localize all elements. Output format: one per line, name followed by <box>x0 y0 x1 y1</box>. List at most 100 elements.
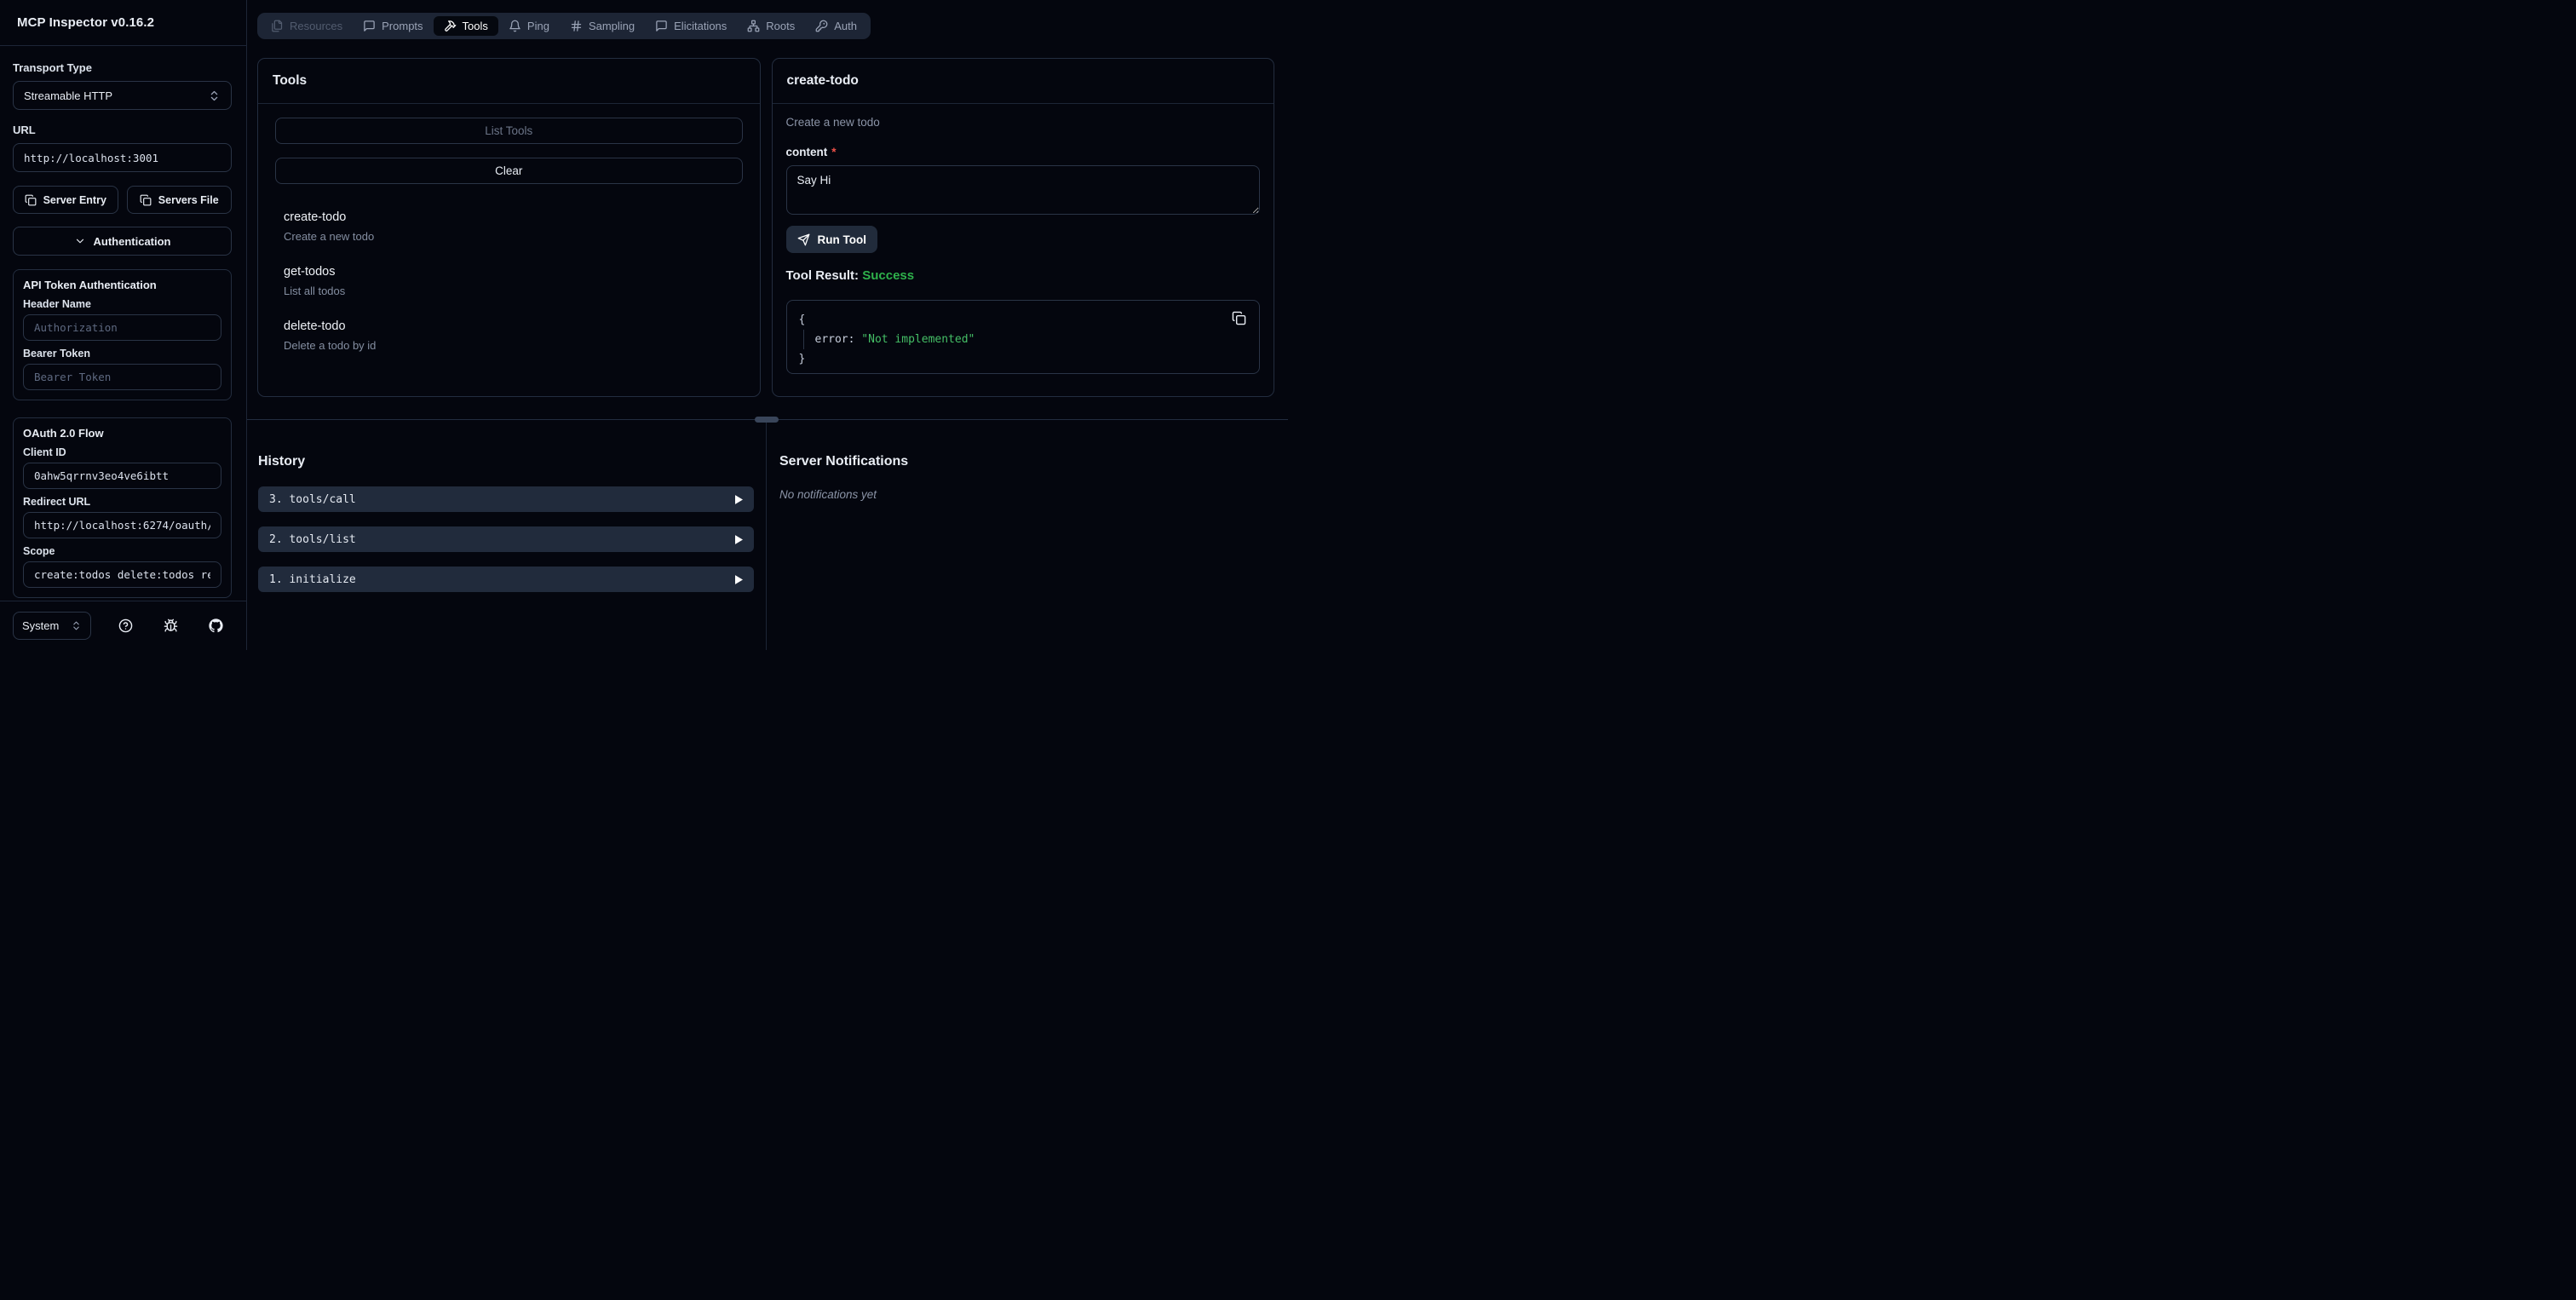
server-entry-label: Server Entry <box>43 193 106 206</box>
json-close-brace: } <box>798 353 806 365</box>
tab-sampling[interactable]: Sampling <box>560 16 645 36</box>
tool-item-create-todo[interactable]: create-todo Create a new todo <box>284 210 743 243</box>
clear-label: Clear <box>495 164 523 177</box>
splitter-grip-icon[interactable] <box>755 417 779 423</box>
message-square-icon <box>656 20 667 32</box>
run-tool-label: Run Tool <box>817 233 866 246</box>
transport-type-label: Transport Type <box>13 61 92 74</box>
sidebar: MCP Inspector v0.16.2 Transport Type Str… <box>0 0 247 650</box>
copy-result-button[interactable] <box>1232 309 1249 326</box>
sidebar-header: MCP Inspector v0.16.2 <box>0 0 246 46</box>
api-token-title: API Token Authentication <box>23 279 157 291</box>
tool-name: create-todo <box>284 210 347 224</box>
history-item-label: 3. tools/call <box>269 492 356 506</box>
copy-icon <box>25 194 36 205</box>
tools-panel-title: Tools <box>273 73 308 88</box>
no-notifications-text: No notifications yet <box>779 488 877 501</box>
bearer-token-input[interactable] <box>23 364 221 390</box>
transport-select[interactable]: Streamable HTTP <box>13 81 232 110</box>
server-notifications-panel: Server Notifications No notifications ye… <box>767 420 1288 650</box>
theme-select-value: System <box>22 619 60 632</box>
copy-icon <box>1232 311 1246 325</box>
tab-auth[interactable]: Auth <box>805 16 867 36</box>
expand-arrow-icon <box>735 534 743 544</box>
scope-input[interactable] <box>23 561 221 588</box>
footer-icons <box>118 618 233 633</box>
clear-button[interactable]: Clear <box>275 158 743 184</box>
list-tools-button[interactable]: List Tools <box>275 118 743 144</box>
authentication-toggle[interactable]: Authentication <box>13 227 232 256</box>
json-error-line: error: "Not implemented" <box>802 330 1248 349</box>
tool-description: List all todos <box>284 285 346 297</box>
tab-tools[interactable]: Tools <box>433 16 498 36</box>
tab-elicitations[interactable]: Elicitations <box>645 16 737 36</box>
run-tool-button[interactable]: Run Tool <box>785 226 877 253</box>
help-icon[interactable] <box>118 618 133 633</box>
servers-file-label: Servers File <box>158 193 219 206</box>
hash-icon <box>571 20 582 32</box>
server-entry-button[interactable]: Server Entry <box>13 186 118 214</box>
tab-bar: Resources Prompts Tools Ping Sampling El… <box>257 13 871 39</box>
tool-name: get-todos <box>284 265 336 279</box>
url-input[interactable] <box>13 143 232 172</box>
bug-icon[interactable] <box>164 618 178 633</box>
bearer-token-label: Bearer Token <box>23 348 90 360</box>
tab-label: Roots <box>766 20 796 32</box>
header-name-input[interactable] <box>23 314 221 341</box>
tab-label: Tools <box>462 20 488 32</box>
tab-label: Resources <box>290 20 343 32</box>
history-title: History <box>258 454 306 469</box>
redirect-url-input[interactable] <box>23 512 221 538</box>
content-field-label: content * <box>786 146 1261 158</box>
app-title: MCP Inspector v0.16.2 <box>17 15 155 30</box>
top-panels: Tools List Tools Clear create-todo Creat… <box>257 58 1274 397</box>
authentication-toggle-label: Authentication <box>93 234 171 248</box>
chevrons-up-down-icon <box>210 90 218 101</box>
tab-prompts[interactable]: Prompts <box>353 16 433 36</box>
tool-detail-header: create-todo <box>772 59 1274 104</box>
tool-result-label: Tool Result: <box>785 268 860 283</box>
history-item-initialize[interactable]: 1. initialize <box>258 567 754 592</box>
header-name-label: Header Name <box>23 298 91 310</box>
content-textarea[interactable]: Say Hi <box>785 165 1260 215</box>
theme-select[interactable]: System <box>13 612 91 640</box>
history-item-label: 2. tools/list <box>269 532 356 546</box>
tool-detail-title: create-todo <box>786 73 859 88</box>
tab-label: Auth <box>834 20 857 32</box>
history-item-tools-call[interactable]: 3. tools/call <box>258 486 754 512</box>
bell-icon <box>509 20 520 32</box>
list-tools-label: List Tools <box>485 124 533 137</box>
servers-file-button[interactable]: Servers File <box>126 186 232 214</box>
tab-label: Sampling <box>588 20 635 32</box>
tab-resources[interactable]: Resources <box>261 16 353 36</box>
history-panel: History 3. tools/call 2. tools/list 1. i… <box>247 420 767 650</box>
redirect-url-label: Redirect URL <box>23 496 91 508</box>
tool-list: create-todo Create a new todo get-todos … <box>275 210 743 352</box>
main-area: Resources Prompts Tools Ping Sampling El… <box>247 0 1288 650</box>
key-icon <box>815 20 828 32</box>
hammer-icon <box>444 20 456 32</box>
tool-detail-description: Create a new todo <box>785 116 880 129</box>
client-id-input[interactable] <box>23 463 221 489</box>
network-icon <box>747 20 760 32</box>
transport-select-value: Streamable HTTP <box>24 89 113 102</box>
client-id-label: Client ID <box>23 446 66 458</box>
expand-arrow-icon <box>735 494 743 504</box>
tool-description: Delete a todo by id <box>284 339 377 352</box>
tools-panel-body: List Tools Clear create-todo Create a ne… <box>258 104 760 373</box>
tab-label: Elicitations <box>674 20 727 32</box>
tool-item-delete-todo[interactable]: delete-todo Delete a todo by id <box>284 319 743 352</box>
json-string-value: "Not implemented" <box>861 333 975 346</box>
bottom-panels: History 3. tools/call 2. tools/list 1. i… <box>247 420 1288 650</box>
app-root: MCP Inspector v0.16.2 Transport Type Str… <box>0 0 1288 650</box>
github-icon[interactable] <box>209 618 223 633</box>
tool-item-get-todos[interactable]: get-todos List all todos <box>284 264 743 297</box>
tab-roots[interactable]: Roots <box>737 16 805 36</box>
server-notifications-title: Server Notifications <box>779 454 909 469</box>
tab-ping[interactable]: Ping <box>498 16 560 36</box>
api-token-card: API Token Authentication Header Name Bea… <box>13 269 232 400</box>
copy-icon <box>140 194 152 205</box>
horizontal-splitter[interactable] <box>247 417 1288 423</box>
send-icon <box>797 233 809 245</box>
history-item-tools-list[interactable]: 2. tools/list <box>258 526 754 552</box>
